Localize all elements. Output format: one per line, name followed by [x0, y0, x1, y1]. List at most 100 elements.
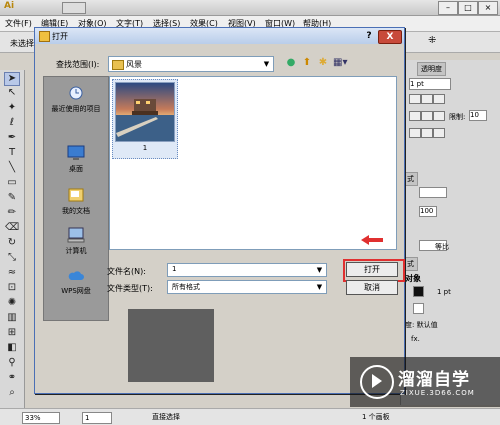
join-miter-icon[interactable]: [409, 111, 421, 121]
file-name-label: 文件名(N):: [107, 267, 146, 276]
play-triangle-icon: [372, 374, 382, 388]
eraser-tool-icon[interactable]: ⌫: [5, 222, 19, 234]
file-type-label: 文件类型(T):: [107, 284, 153, 293]
appearance-title: 对象: [405, 274, 421, 283]
tab-stroke-options[interactable]: 式: [403, 172, 418, 186]
view-menu-icon[interactable]: ▦▾: [333, 56, 347, 70]
mesh-tool-icon[interactable]: ⊞: [5, 327, 19, 339]
paintbrush-tool-icon[interactable]: ✎: [5, 192, 19, 204]
pointer-arrow-icon: [361, 235, 369, 245]
preview-pane: [128, 309, 214, 382]
direct-selection-tool-icon[interactable]: ↖: [5, 87, 19, 99]
file-list: 1: [109, 76, 397, 250]
documents-icon: [68, 188, 84, 202]
stroke-weight-field[interactable]: 1 pt: [409, 78, 451, 90]
pencil-tool-icon[interactable]: ✏: [5, 207, 19, 219]
app-titlebar: Ai – □ ×: [0, 0, 500, 16]
look-in-label: 查找范围(I):: [56, 60, 100, 69]
selection-tool-icon[interactable]: ➤: [4, 72, 20, 86]
scale-field[interactable]: 100: [419, 206, 437, 217]
tab-transparency[interactable]: 透明度: [417, 62, 446, 76]
up-folder-icon[interactable]: ⬆: [300, 56, 314, 70]
back-icon[interactable]: ●: [284, 56, 298, 70]
place-desktop[interactable]: 桌面: [44, 145, 108, 174]
tools-panel: ➤ ↖ ✦ ℓ ✒ T ╲ ▭ ✎ ✏ ⌫ ↻ ⤡ ≈ ⊡ ✺ ▥ ⊞ ◧ ⚲ …: [0, 70, 25, 408]
line-tool-icon[interactable]: ╲: [5, 162, 19, 174]
zoom-select[interactable]: 33%: [22, 412, 60, 424]
place-wps-cloud-label: WPS网盘: [61, 287, 91, 295]
minimize-icon[interactable]: –: [438, 1, 458, 15]
brush-workspace-icon[interactable]: [62, 2, 86, 14]
page-select[interactable]: 1: [82, 412, 112, 424]
place-documents-label: 我的文档: [62, 207, 90, 215]
rotate-tool-icon[interactable]: ↻: [5, 237, 19, 249]
place-desktop-label: 桌面: [69, 165, 83, 173]
chevron-down-icon[interactable]: ▼: [314, 265, 325, 275]
warp-tool-icon[interactable]: ≈: [5, 267, 19, 279]
help-icon[interactable]: ?: [362, 30, 376, 42]
free-transform-tool-icon[interactable]: ⊡: [5, 282, 19, 294]
computer-icon: [67, 227, 85, 243]
graph-tool-icon[interactable]: ▥: [5, 312, 19, 324]
symbol-sprayer-tool-icon[interactable]: ✺: [5, 297, 19, 309]
type-tool-icon[interactable]: T: [5, 147, 19, 159]
landscape-image: [116, 83, 174, 141]
blend-tool-icon[interactable]: ⚭: [5, 372, 19, 384]
fill-swatch[interactable]: [413, 303, 424, 314]
place-computer[interactable]: 计算机: [44, 227, 108, 256]
look-in-value: 风景: [126, 60, 142, 69]
rectangle-tool-icon[interactable]: ▭: [5, 177, 19, 189]
scale-tool-icon[interactable]: ⤡: [5, 252, 19, 264]
maximize-icon[interactable]: □: [458, 1, 478, 15]
look-in-combo[interactable]: 风景 ▼: [108, 56, 274, 72]
join-bevel-icon[interactable]: [433, 111, 445, 121]
watermark: 溜溜自学 ZIXUE.3D66.COM: [350, 357, 500, 407]
file-item[interactable]: 1: [112, 79, 178, 159]
arrowhead-select[interactable]: [419, 187, 447, 198]
chevron-down-icon[interactable]: ▼: [314, 282, 325, 292]
cancel-button[interactable]: 取消: [346, 280, 398, 295]
chevron-down-icon[interactable]: ▼: [261, 58, 272, 70]
dialog-app-icon: [39, 31, 50, 42]
align-stroke-inside-icon[interactable]: [421, 128, 433, 138]
align-stroke-center-icon[interactable]: [409, 128, 421, 138]
illustrator-logo: Ai: [4, 1, 15, 11]
menu-file[interactable]: 文件(F): [5, 18, 32, 29]
dialog-close-button[interactable]: X: [378, 30, 402, 44]
gradient-tool-icon[interactable]: ◧: [5, 342, 19, 354]
fx-icon[interactable]: fx.: [411, 335, 420, 343]
desktop-icon: [67, 145, 85, 160]
miter-limit-field[interactable]: 10: [469, 110, 487, 121]
pen-tool-icon[interactable]: ✒: [5, 132, 19, 144]
watermark-title: 溜溜自学: [398, 370, 470, 390]
file-type-select[interactable]: 所有格式 ▼: [167, 280, 327, 294]
magic-wand-tool-icon[interactable]: ✦: [5, 102, 19, 114]
appearance-opacity: 度: 默认值: [405, 321, 438, 329]
artboard-count: 1 个画板: [362, 413, 390, 421]
transform-icon[interactable]: ⁜: [428, 35, 436, 46]
file-name-input[interactable]: 1 ▼: [167, 263, 327, 277]
ratio-label: 等比: [435, 243, 449, 251]
new-folder-icon[interactable]: ✱: [316, 56, 330, 70]
zoom-tool-icon[interactable]: ⌕: [5, 387, 19, 399]
lasso-tool-icon[interactable]: ℓ: [5, 117, 19, 129]
align-stroke-outside-icon[interactable]: [433, 128, 445, 138]
file-thumbnail: [115, 82, 175, 142]
open-button-highlight: [343, 259, 405, 282]
cap-square-icon[interactable]: [433, 94, 445, 104]
miter-limit-label: 限制:: [449, 113, 466, 121]
close-app-icon[interactable]: ×: [478, 1, 498, 15]
place-documents[interactable]: 我的文档: [44, 187, 108, 216]
watermark-subtitle: ZIXUE.3D66.COM: [400, 389, 475, 397]
places-bar: 最近使用的项目 桌面 我的文档 计算机 WPS网盘: [43, 76, 109, 321]
stroke-swatch[interactable]: [413, 286, 424, 297]
right-panels: 透明度 1 pt 限制: 10 式 100 等比 式 对象 1 pt 度: 默认…: [400, 60, 500, 405]
place-recent[interactable]: 最近使用的项目: [44, 85, 108, 114]
join-round-icon[interactable]: [421, 111, 433, 121]
cap-round-icon[interactable]: [421, 94, 433, 104]
cap-butt-icon[interactable]: [409, 94, 421, 104]
eyedropper-tool-icon[interactable]: ⚲: [5, 357, 19, 369]
tab-appearance[interactable]: 式: [403, 257, 418, 271]
place-wps-cloud[interactable]: WPS网盘: [44, 267, 108, 296]
current-tool-status: 直接选择: [152, 413, 180, 421]
